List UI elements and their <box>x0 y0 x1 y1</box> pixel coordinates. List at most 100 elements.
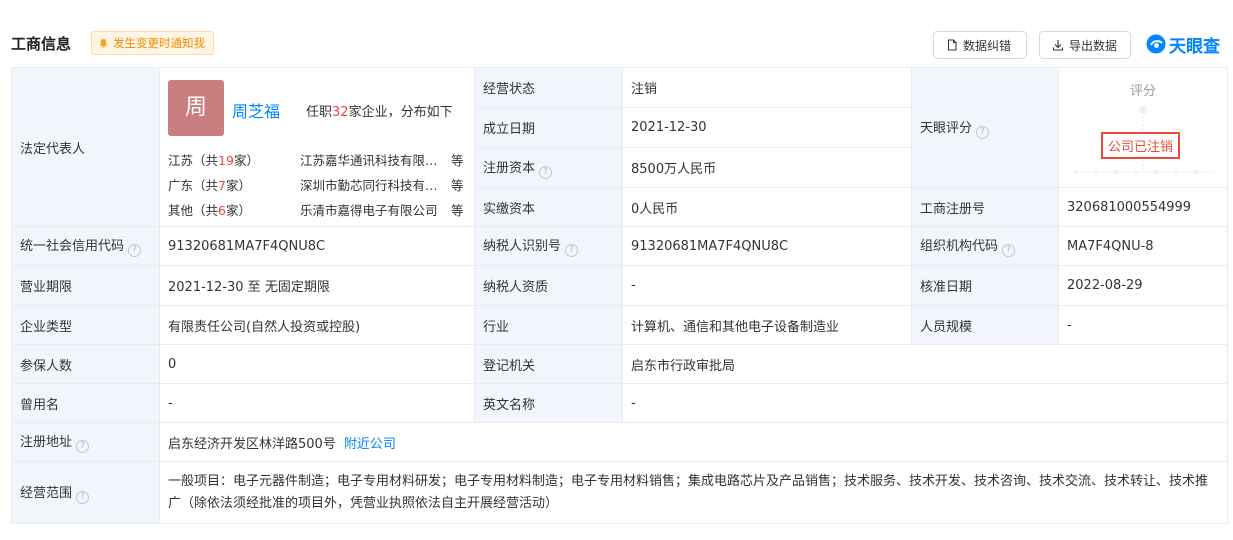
credit-code-label: 统一社会信用代码 <box>20 239 125 254</box>
help-icon[interactable]: ? <box>976 125 990 139</box>
region-count: 其他（共6家） <box>168 203 251 218</box>
notify-change-button[interactable]: 发生变更时通知我 <box>91 31 214 55</box>
scope-label-cell: 经营范围? <box>11 461 160 524</box>
org-code-label: 组织机构代码 <box>920 239 999 254</box>
reg-capital-label-cell: 注册资本? <box>474 147 623 188</box>
staff-size-label: 人员规模 <box>911 305 1059 345</box>
taxpayer-qual-label: 纳税人资质 <box>474 265 623 306</box>
org-code-value: MA7F4QNU-8 <box>1058 226 1228 266</box>
data-correction-label: 数据纠错 <box>963 38 1012 53</box>
scope-label: 经营范围 <box>20 485 73 501</box>
help-icon[interactable]: ? <box>1002 244 1016 257</box>
notify-label: 发生变更时通知我 <box>113 36 205 50</box>
established-value: 2021-12-30 <box>622 107 912 148</box>
taxpayer-id-label-cell: 纳税人识别号? <box>474 226 623 266</box>
region-total: 6 <box>218 203 226 218</box>
list-item: 广东（共7家） 深圳市勤芯同行科技有限公司 等 <box>168 173 468 198</box>
legal-rep-cell: 周 周芝福 任职32家企业，分布如下 江苏（共19家） 江苏嘉华通讯科技有限公司… <box>159 67 475 227</box>
data-correction-button[interactable]: 数据纠错 <box>933 31 1027 59</box>
authority-label: 登记机关 <box>474 344 623 384</box>
region-name: 江苏 <box>168 153 194 168</box>
cancelled-stamp: 公司已注销 <box>1101 132 1181 159</box>
etc-label: 等 <box>451 178 464 193</box>
company-link[interactable]: 深圳市勤芯同行科技有限公司 <box>300 173 448 198</box>
business-info-table: 法定代表人 周 周芝福 任职32家企业，分布如下 江苏（共19家） 江苏嘉华通讯… <box>11 67 1228 524</box>
download-icon <box>1052 40 1064 51</box>
biz-reg-no-value: 320681000554999 <box>1058 187 1228 227</box>
bell-icon <box>99 38 108 48</box>
term-label: 营业期限 <box>11 265 160 306</box>
english-name-label: 英文名称 <box>474 383 623 423</box>
tenure-prefix: 任职 <box>306 105 333 120</box>
address-label: 注册地址 <box>20 435 73 450</box>
help-icon[interactable]: ? <box>76 490 90 504</box>
insured-label: 参保人数 <box>11 344 160 384</box>
region-total: 7 <box>218 178 226 193</box>
org-code-label-cell: 组织机构代码? <box>911 226 1059 266</box>
region-count: 江苏（共19家） <box>168 153 259 168</box>
legal-rep-label: 法定代表人 <box>11 67 160 227</box>
company-distribution: 江苏（共19家） 江苏嘉华通讯科技有限公司 等 广东（共7家） 深圳市勤芯同行科… <box>168 148 468 223</box>
insured-value: 0 <box>159 344 475 384</box>
nearby-companies-link[interactable]: 附近公司 <box>344 437 396 452</box>
list-item: 江苏（共19家） 江苏嘉华通讯科技有限公司 等 <box>168 148 468 173</box>
credit-code-value: 91320681MA7F4QNU8C <box>159 226 475 266</box>
taxpayer-id-label: 纳税人识别号 <box>483 239 562 254</box>
help-icon[interactable]: ? <box>539 165 553 179</box>
paid-capital-value: 0人民币 <box>622 187 912 227</box>
approval-date-label: 核准日期 <box>911 265 1059 306</box>
biz-reg-no-label: 工商注册号 <box>911 187 1059 227</box>
former-name-value: - <box>159 383 475 423</box>
address-value: 启东经济开发区林洋路500号 <box>168 436 336 452</box>
score-label: 天眼评分 <box>920 120 973 136</box>
help-icon[interactable]: ? <box>76 440 90 453</box>
company-link[interactable]: 乐清市嘉得电子有限公司 <box>300 198 448 223</box>
company-type-value: 有限责任公司(自然人投资或控股) <box>159 305 475 345</box>
industry-label: 行业 <box>474 305 623 345</box>
business-scope-value: 一般项目：电子元器件制造；电子专用材料研发；电子专用材料制造；电子专用材料销售；… <box>159 461 1228 524</box>
region-name: 其他 <box>168 203 194 218</box>
english-name-value: - <box>622 383 1228 423</box>
former-name-label: 曾用名 <box>11 383 160 423</box>
term-value: 2021-12-30 至 无固定期限 <box>159 265 475 306</box>
company-type-label: 企业类型 <box>11 305 160 345</box>
taxpayer-qual-value: - <box>622 265 912 306</box>
help-icon[interactable]: ? <box>128 244 142 257</box>
section-title: 工商信息 <box>11 35 72 53</box>
region-total: 19 <box>218 153 234 168</box>
industry-value: 计算机、通信和其他电子设备制造业 <box>622 305 912 345</box>
etc-label: 等 <box>451 153 464 168</box>
taxpayer-id-value: 91320681MA7F4QNU8C <box>622 226 912 266</box>
credit-code-label-cell: 统一社会信用代码? <box>11 226 160 266</box>
eye-logo-icon <box>1146 34 1166 54</box>
reg-capital-label: 注册资本 <box>483 160 536 176</box>
avatar[interactable]: 周 <box>168 80 224 136</box>
export-data-button[interactable]: 导出数据 <box>1039 31 1131 59</box>
approval-date-value: 2022-08-29 <box>1058 265 1228 306</box>
score-cell: 评分 公司已注销 <box>1058 67 1228 188</box>
tenure-suffix: 家企业，分布如下 <box>348 105 453 120</box>
logo-text: 天眼查 <box>1169 36 1220 57</box>
established-label: 成立日期 <box>474 107 623 148</box>
list-item: 其他（共6家） 乐清市嘉得电子有限公司 等 <box>168 198 468 223</box>
address-cell: 启东经济开发区林洋路500号 附近公司 <box>159 422 1228 462</box>
legal-rep-name-link[interactable]: 周芝福 <box>232 98 280 122</box>
staff-size-value: - <box>1058 305 1228 345</box>
score-header: 评分 <box>1129 84 1156 99</box>
address-label-cell: 注册地址? <box>11 422 160 462</box>
tenure-count[interactable]: 32 <box>332 105 349 120</box>
section-header: 工商信息 发生变更时通知我 数据纠错 导出数据 天眼查 <box>11 28 1227 62</box>
tianyancha-logo[interactable]: 天眼查 <box>1145 31 1220 57</box>
region-count: 广东（共7家） <box>168 178 251 193</box>
help-icon[interactable]: ? <box>565 244 579 257</box>
etc-label: 等 <box>451 203 464 218</box>
document-icon <box>948 39 957 51</box>
authority-value: 启东市行政审批局 <box>622 344 1228 384</box>
legal-rep-tenure: 任职32家企业，分布如下 <box>306 101 453 120</box>
status-value: 注销 <box>622 67 912 108</box>
reg-capital-value: 8500万人民币 <box>622 147 912 188</box>
export-data-label: 导出数据 <box>1069 38 1118 53</box>
company-link[interactable]: 江苏嘉华通讯科技有限公司 <box>300 148 448 173</box>
region-name: 广东 <box>168 178 194 193</box>
paid-capital-label: 实缴资本 <box>474 187 623 227</box>
